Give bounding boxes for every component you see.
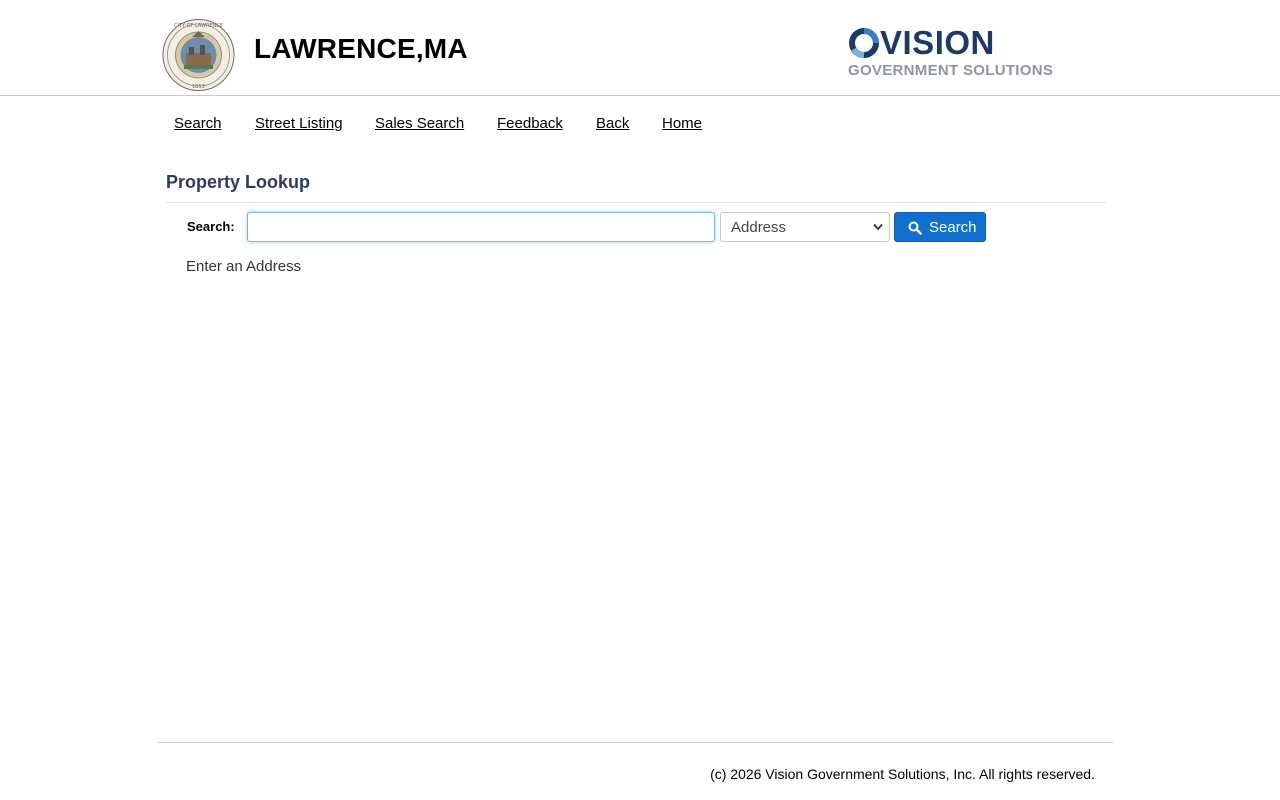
search-label: Search:: [187, 219, 235, 234]
nav-back[interactable]: Back: [596, 115, 629, 132]
search-button-label: Search: [929, 219, 977, 236]
footer-copyright: (c) 2026 Vision Government Solutions, In…: [710, 766, 1095, 782]
svg-text:CITY OF LAWRENCE: CITY OF LAWRENCE: [174, 23, 223, 29]
search-type-selected: Address: [731, 219, 787, 236]
nav-street-listing[interactable]: Street Listing: [255, 115, 343, 132]
footer-divider: [158, 742, 1113, 743]
magnifier-icon: [908, 221, 922, 235]
search-hint: Enter an Address: [186, 258, 302, 275]
chevron-down-icon: [873, 223, 883, 231]
nav-home[interactable]: Home: [662, 115, 702, 132]
search-input[interactable]: [247, 212, 715, 242]
vision-logo-word: VISION: [880, 24, 995, 61]
town-name: LAWRENCE,MA: [254, 33, 468, 64]
nav-sales-search[interactable]: Sales Search: [375, 115, 464, 132]
svg-text:1853: 1853: [192, 84, 205, 90]
nav-search[interactable]: Search: [174, 115, 222, 132]
city-seal-icon: CITY OF LAWRENCE 1853: [162, 19, 235, 91]
search-type-select[interactable]: Address: [720, 212, 890, 242]
page: CITY OF LAWRENCE 1853 LAWRENCE,MA VISION…: [0, 0, 1280, 800]
title-divider: [166, 202, 1106, 203]
header: CITY OF LAWRENCE 1853 LAWRENCE,MA VISION…: [0, 0, 1280, 96]
page-title: Property Lookup: [166, 172, 311, 192]
vision-logo-subtitle: GOVERNMENT SOLUTIONS: [848, 62, 1054, 79]
vision-logo: VISION GOVERNMENT SOLUTIONS: [848, 26, 1053, 82]
vision-ring-icon: [849, 28, 879, 58]
nav-feedback[interactable]: Feedback: [497, 115, 563, 132]
search-button[interactable]: Search: [894, 212, 986, 242]
